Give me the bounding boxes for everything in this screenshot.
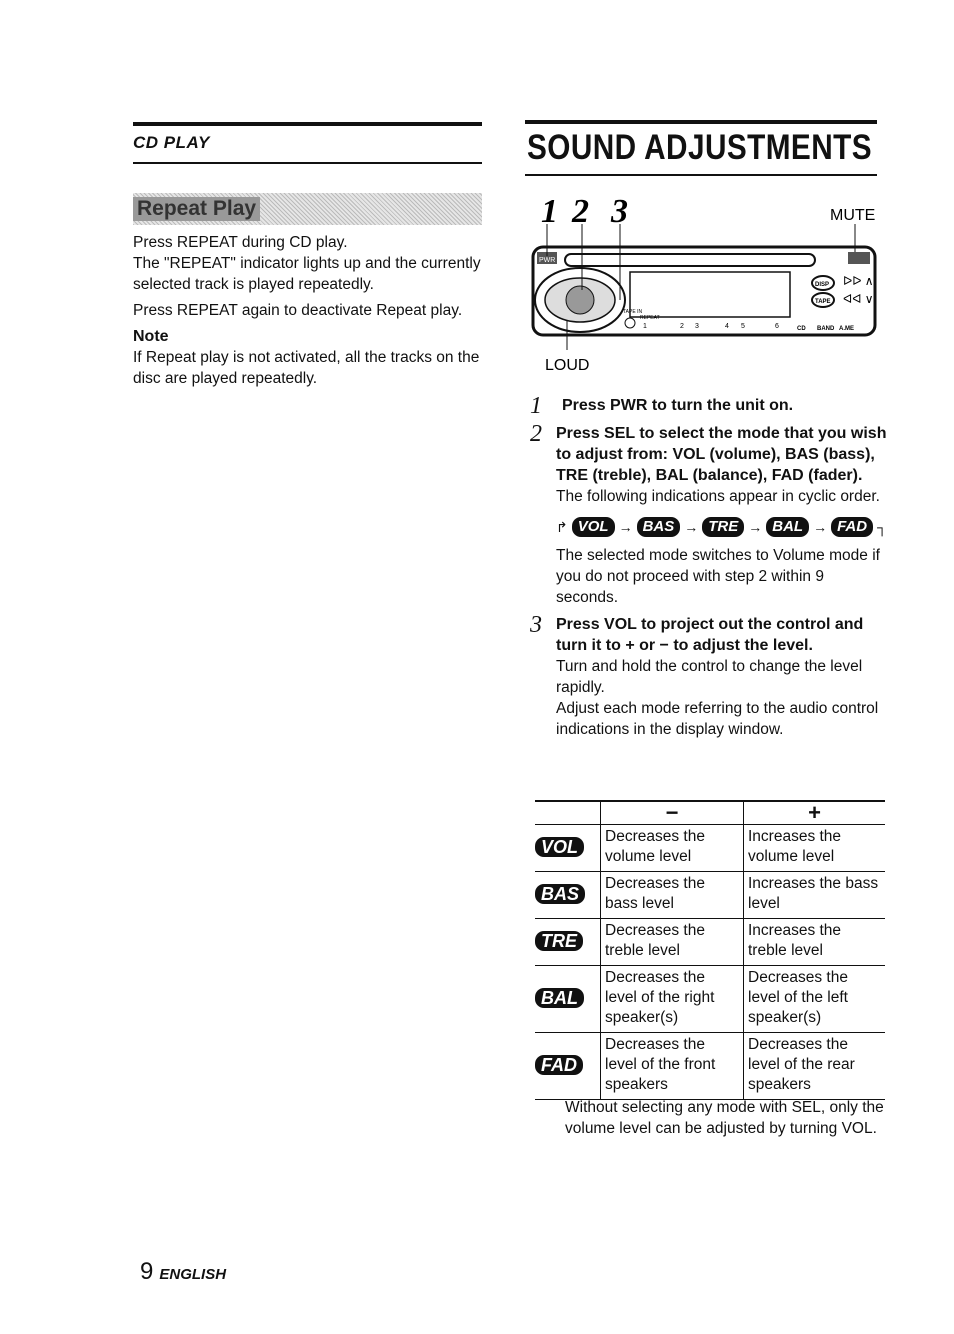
plus-cell: Increases the treble level (743, 918, 885, 966)
mode-badge: BAL (535, 988, 584, 1008)
paragraph: Press REPEAT during CD play. (133, 234, 348, 251)
plus-cell: Decreases the level of the rear speakers (743, 1032, 885, 1100)
loud-label: LOUD (545, 357, 589, 374)
step-heading: Press PWR to turn the unit on. (562, 397, 794, 414)
paragraph: The "REPEAT" indicator lights up and the… (133, 255, 481, 293)
table-row: BAS Decreases the bass level Increases t… (535, 871, 885, 919)
divider (133, 162, 482, 164)
plus-header: + (743, 801, 885, 825)
note-text: If Repeat play is not activated, all the… (133, 349, 480, 387)
head-unit-illustration: 1 2 3 MUTE PWR DISP TAPE ᐅᐅ ∧ ᐊᐊ ∨ TAPE … (531, 193, 877, 374)
mute-label: MUTE (830, 207, 875, 224)
step-body: Adjust each mode referring to the audio … (556, 700, 879, 738)
table-row: FAD Decreases the level of the front spe… (535, 1032, 885, 1100)
mode-badge: TRE (535, 931, 583, 951)
mode-badge: FAD (535, 1055, 583, 1075)
minus-header: − (600, 801, 744, 825)
minus-cell: Decreases the level of the front speaker… (600, 1032, 744, 1100)
callout-3: 3 (610, 193, 628, 230)
preset-6: 6 (775, 323, 779, 330)
mode-badge-fad: FAD (831, 517, 874, 537)
mode-badge-tre: TRE (702, 517, 745, 537)
cd-button: CD (797, 326, 806, 332)
preset-2: 2 (680, 323, 684, 330)
plus-cell: Decreases the level of the left speaker(… (743, 965, 885, 1033)
divider (525, 120, 877, 124)
plus-cell: Increases the volume level (743, 824, 885, 872)
section-heading: CD PLAY (133, 133, 210, 152)
step-body: The following indications appear in cycl… (556, 488, 880, 505)
manual-page: CD PLAY Repeat Play Press REPEAT during … (0, 0, 954, 1334)
preset-3: 3 (695, 323, 699, 330)
mode-badge-bal: BAL (766, 517, 810, 537)
preset-4: 4 (725, 323, 729, 330)
divider (525, 174, 877, 176)
divider (133, 122, 482, 126)
pwr-label: PWR (539, 257, 555, 264)
step-1: 1 Press PWR to turn the unit on. (530, 393, 885, 419)
minus-cell: Decreases the volume level (600, 824, 744, 872)
step-number: 1 (530, 393, 542, 419)
note-heading: Note (133, 328, 169, 345)
minus-cell: Decreases the treble level (600, 918, 744, 966)
callout-2: 2 (571, 193, 589, 230)
tape-button: TAPE (815, 299, 831, 305)
step-number: 2 (530, 421, 542, 447)
plus-cell: Increases the bass level (743, 871, 885, 919)
svg-text:ᐊᐊ ∨: ᐊᐊ ∨ (843, 292, 874, 306)
language-label: ENGLISH (159, 1266, 227, 1283)
mode-cycle: ↱ VOL → BAS → TRE → BAL → FAD ┐ (556, 517, 887, 537)
step-heading: Press VOL to project out the control and… (556, 616, 864, 654)
banner-text: Repeat Play (133, 197, 261, 221)
band-button: BAND (817, 326, 835, 332)
paragraph: Press REPEAT again to deactivate Repeat … (133, 302, 463, 319)
mode-badge-vol: VOL (571, 517, 615, 537)
subsection-banner: Repeat Play (133, 193, 482, 225)
step-3: 3 Press VOL to project out the control a… (530, 612, 885, 740)
minus-cell: Decreases the level of the right speaker… (600, 965, 744, 1033)
head-unit-figure: 1 2 3 MUTE PWR DISP TAPE ᐅᐅ ∧ ᐊᐊ ∨ TAPE … (525, 190, 885, 380)
callout-1: 1 (541, 193, 558, 230)
step-heading: Press SEL to select the mode that you wi… (556, 425, 887, 484)
table-row: BAL Decreases the level of the right spe… (535, 965, 885, 1033)
preset-1: 1 (643, 323, 647, 330)
step-number: 3 (530, 612, 542, 638)
step-2: 2 Press SEL to select the mode that you … (530, 421, 887, 608)
table-row: VOL Decreases the volume level Increases… (535, 824, 885, 872)
table-row: TRE Decreases the treble level Increases… (535, 918, 885, 966)
page-number: 9 (140, 1258, 154, 1285)
mode-badge: VOL (535, 837, 585, 857)
page-footer: 9 ENGLISH (140, 1258, 226, 1286)
step-body: Turn and hold the control to change the … (556, 658, 863, 696)
page-title: SOUND ADJUSTMENTS (527, 128, 872, 167)
repeat-label: REPEAT (640, 315, 660, 321)
mode-table: − + VOL Decreases the volume level Incre… (535, 800, 885, 1100)
mode-badge-bas: BAS (636, 517, 681, 537)
ame-button: A.ME (839, 326, 854, 332)
preset-5: 5 (741, 323, 745, 330)
svg-text:ᐅᐅ ∧: ᐅᐅ ∧ (843, 274, 874, 288)
disp-button: DISP (815, 282, 829, 288)
cycle-note: The selected mode switches to Volume mod… (556, 547, 880, 606)
minus-cell: Decreases the bass level (600, 871, 744, 919)
footnote: Without selecting any mode with SEL, onl… (565, 1099, 884, 1137)
mode-badge: BAS (535, 884, 586, 904)
